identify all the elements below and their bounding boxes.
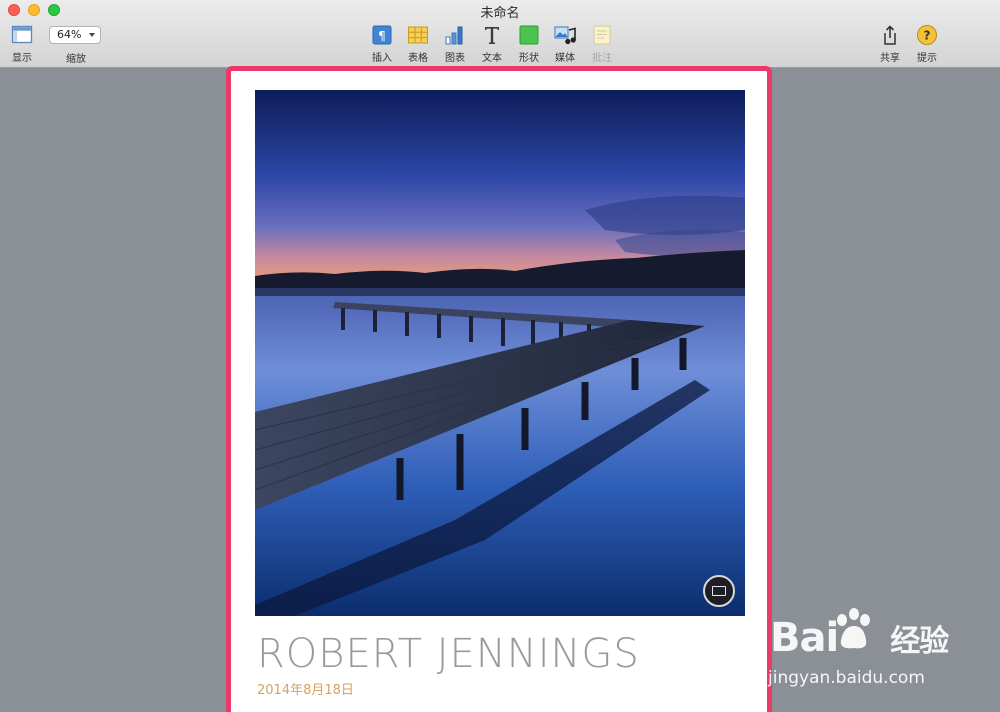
zoom-value: 64% — [57, 28, 82, 41]
comment-button[interactable]: 批注 — [580, 24, 624, 64]
zoom-label: 缩放 — [66, 54, 86, 65]
table-icon — [408, 26, 428, 44]
text-icon — [485, 27, 499, 44]
svg-text:?: ? — [924, 29, 931, 43]
pier-photo[interactable] — [255, 90, 745, 616]
help-icon: ? — [917, 25, 937, 45]
watermark-logo-suffix: 经验 — [890, 624, 949, 659]
toolbar: 未命名 显示 64% 缩放 ¶ 插入 表格 图表 文本 形状 媒体 批注 共享 … — [0, 0, 1000, 68]
view-button[interactable]: 显示 — [0, 24, 44, 64]
svg-text:¶: ¶ — [378, 29, 386, 43]
document-page[interactable]: ROBERT JENNINGS 2014年8月18日 — [226, 66, 772, 712]
comment-label: 批注 — [592, 53, 612, 64]
tips-label: 提示 — [917, 53, 937, 64]
comment-icon — [593, 25, 611, 45]
view-label: 显示 — [12, 53, 32, 64]
pier-image — [255, 90, 745, 616]
watermark-url: jingyan.baidu.com — [768, 668, 925, 688]
name-heading[interactable]: ROBERT JENNINGS — [257, 631, 640, 677]
share-icon — [884, 25, 896, 45]
chevron-down-icon — [89, 33, 95, 37]
view-icon — [11, 25, 33, 44]
date-text[interactable]: 2014年8月18日 — [257, 679, 354, 698]
window-title: 未命名 — [480, 6, 520, 21]
replace-image-button[interactable] — [703, 575, 735, 607]
media-icon — [554, 26, 576, 45]
tips-button[interactable]: ? 提示 — [905, 24, 949, 64]
image-icon — [712, 586, 726, 596]
paw-icon — [837, 608, 870, 649]
zoom-select[interactable]: 64% — [49, 26, 101, 44]
insert-icon: ¶ — [372, 25, 392, 45]
shape-icon — [519, 25, 539, 45]
chart-icon — [445, 26, 463, 45]
